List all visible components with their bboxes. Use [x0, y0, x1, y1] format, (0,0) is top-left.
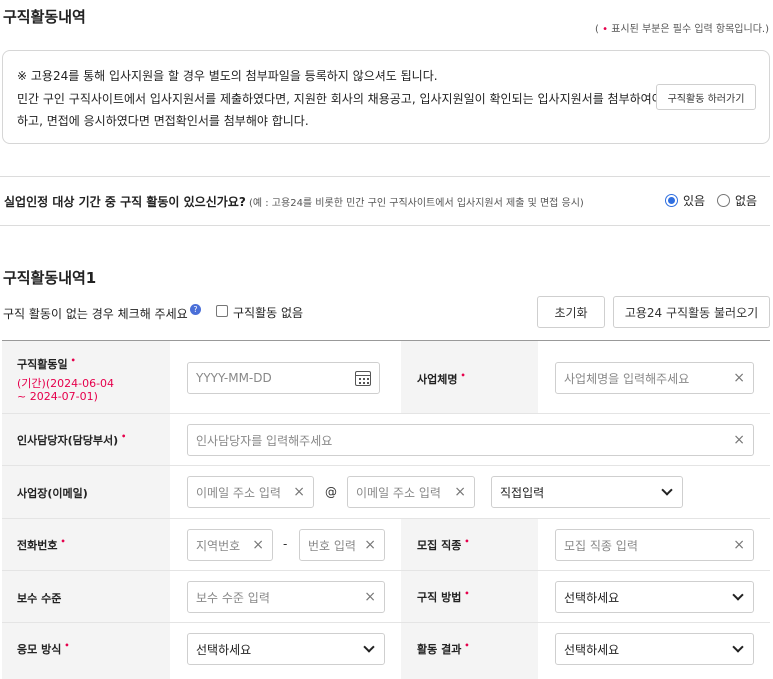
chevron-down-icon	[732, 589, 744, 601]
clear-icon[interactable]: ×	[252, 537, 264, 553]
reset-button[interactable]: 초기화	[537, 296, 605, 328]
email-label: 사업장(이메일)	[17, 487, 88, 500]
phone-number-input[interactable]: 번호 입력 ×	[299, 529, 385, 561]
clear-icon[interactable]: ×	[733, 432, 745, 448]
phone-label: 전화번호 •	[17, 537, 66, 552]
clear-icon[interactable]: ×	[364, 589, 376, 605]
phone-dash: -	[283, 537, 288, 551]
activity-date-period-end: ~ 2024-07-01)	[17, 390, 98, 403]
email-domain-select[interactable]: 직접입력	[491, 476, 683, 508]
radio-no[interactable]: 없음	[717, 192, 757, 209]
required-note: ( • 표시된 부분은 필수 입력 항목입니다.)	[595, 24, 769, 35]
clear-icon[interactable]: ×	[733, 537, 745, 553]
go-job-search-button[interactable]: 구직활동 하러가기	[656, 84, 756, 110]
job-type-input[interactable]: 모집 직종 입력 ×	[555, 529, 754, 561]
no-activity-checkbox[interactable]	[216, 305, 228, 317]
activity-question: 실업인정 대상 기간 중 구직 활동이 있으신가요? (예 : 고용24를 비롯…	[4, 195, 584, 209]
radio-yes[interactable]: 있음	[665, 192, 705, 209]
hr-manager-label: 인사담당자(담당부서) •	[17, 432, 127, 447]
hr-manager-input[interactable]: 인사담당자를 입력해주세요 ×	[187, 424, 754, 456]
result-label: 활동 결과 •	[417, 641, 470, 656]
notice-line-1: ※ 고용24를 통해 입사지원을 할 경우 별도의 첨부파일을 등록하지 않으셔…	[17, 69, 438, 83]
notice-line-2: 민간 구인 구직사이트에서 입사지원서를 제출하였다면, 지원한 회사의 채용공…	[17, 92, 663, 106]
required-dot-icon: •	[60, 537, 66, 546]
clear-icon[interactable]: ×	[293, 484, 305, 500]
activity-date-period: (기간)(2024-06-04	[17, 377, 115, 390]
radio-unselected-icon	[717, 194, 730, 207]
notice-line-3: 하고, 면접에 응시하였다면 면접확인서를 첨부해야 합니다.	[17, 114, 309, 128]
salary-input[interactable]: 보수 수준 입력 ×	[187, 581, 385, 613]
business-name-input[interactable]: 사업체명을 입력해주세요 ×	[555, 362, 754, 394]
chevron-down-icon	[363, 641, 375, 653]
help-icon[interactable]: ?	[190, 304, 201, 315]
at-sign: @	[325, 485, 337, 499]
load-activity-button[interactable]: 고용24 구직활동 불러오기	[613, 296, 770, 328]
no-activity-label[interactable]: 구직활동 없음	[233, 304, 303, 321]
divider	[0, 225, 770, 226]
method-select[interactable]: 선택하세요	[555, 581, 754, 613]
salary-label: 보수 수준	[17, 592, 62, 605]
method-label: 구직 방법 •	[417, 589, 470, 604]
calendar-icon[interactable]	[355, 370, 371, 386]
job-type-label: 모집 직종 •	[417, 537, 470, 552]
radio-selected-icon	[665, 194, 678, 207]
activity-date-label: 구직활동일 •	[17, 356, 76, 371]
divider	[0, 176, 770, 177]
required-dot-icon: •	[70, 356, 76, 365]
no-activity-hint: 구직 활동이 없는 경우 체크해 주세요	[3, 307, 188, 321]
clear-icon[interactable]: ×	[454, 484, 466, 500]
chevron-down-icon	[661, 484, 673, 496]
required-dot-icon: •	[464, 641, 470, 650]
email-id-input[interactable]: 이메일 주소 입력 ×	[187, 476, 314, 508]
chevron-down-icon	[732, 641, 744, 653]
page-title: 구직활동내역	[3, 8, 86, 26]
apply-type-label: 응모 방식 •	[17, 641, 70, 656]
required-dot-icon: •	[464, 537, 470, 546]
required-dot-icon: •	[64, 641, 70, 650]
notice-box: ※ 고용24를 통해 입사지원을 할 경우 별도의 첨부파일을 등록하지 않으셔…	[2, 50, 770, 144]
email-domain-input[interactable]: 이메일 주소 입력 ×	[347, 476, 475, 508]
clear-icon[interactable]: ×	[364, 537, 376, 553]
result-select[interactable]: 선택하세요	[555, 633, 754, 665]
section-title: 구직활동내역1	[3, 269, 97, 287]
apply-type-select[interactable]: 선택하세요	[187, 633, 385, 665]
required-dot-icon: •	[121, 432, 127, 441]
phone-area-input[interactable]: 지역번호 ×	[187, 529, 273, 561]
activity-date-input[interactable]: YYYY-MM-DD	[187, 362, 380, 394]
business-name-label: 사업체명 •	[417, 371, 466, 386]
clear-icon[interactable]: ×	[733, 370, 745, 386]
required-dot-icon: •	[460, 371, 466, 380]
required-dot-icon: •	[464, 589, 470, 598]
